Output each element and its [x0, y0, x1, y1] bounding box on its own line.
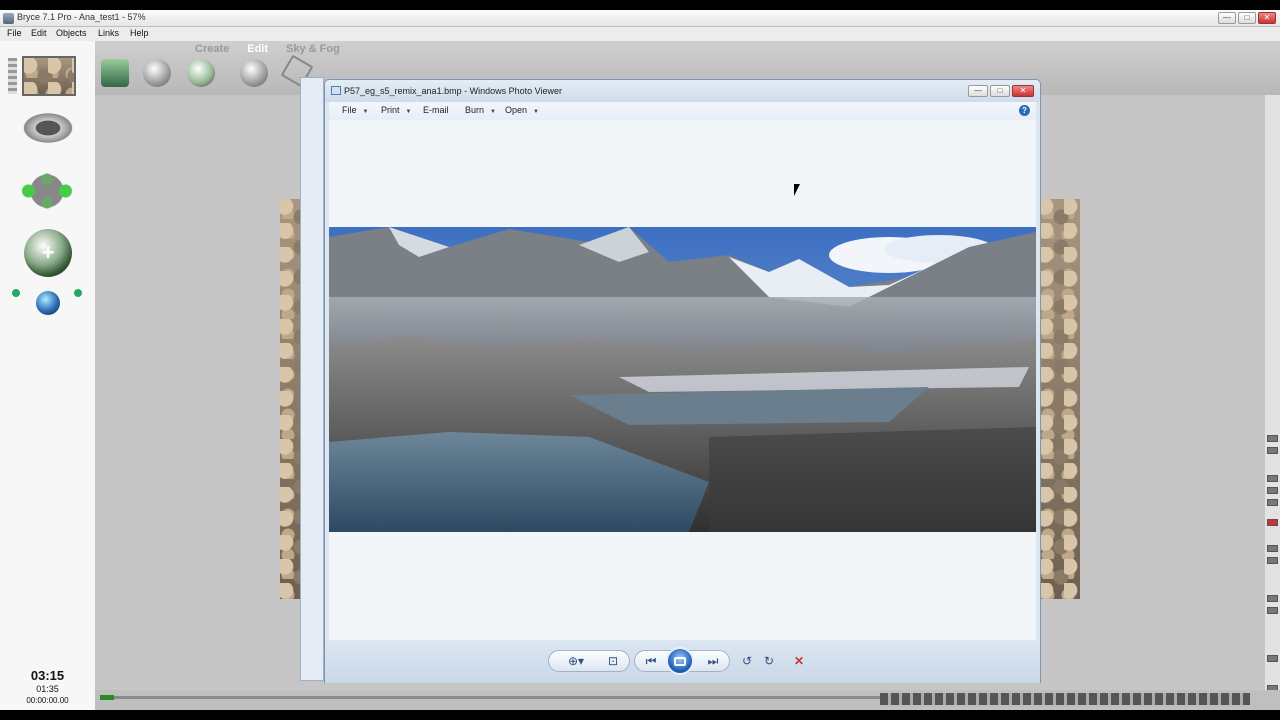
- photo-viewer-controls-group: ⊕▾ ⊡ ⏮ ⏭ ↺ ↻ ✕: [548, 647, 818, 675]
- pv-maximize-button[interactable]: □: [990, 85, 1010, 97]
- actual-size-icon[interactable]: ⊡: [602, 650, 624, 672]
- pv-menu-file-label: File: [342, 105, 357, 115]
- rail-button[interactable]: [1267, 475, 1278, 482]
- timecode: 00:00:00.00: [26, 696, 69, 705]
- minimize-button[interactable]: —: [1218, 12, 1236, 24]
- chevron-down-icon: ▼: [405, 109, 412, 115]
- photo-viewer-canvas: [329, 120, 1036, 640]
- rail-button[interactable]: [1267, 487, 1278, 494]
- photo-viewer-menubar: File ▼ Print ▼ E-mail Burn ▼ Open ▼ ?: [329, 102, 1036, 120]
- clock-sub: 01:35: [36, 684, 59, 694]
- plus-icon: +: [41, 240, 55, 265]
- tab-edit[interactable]: Edit: [247, 43, 268, 55]
- bryce-window-controls: — □ ✕: [1218, 12, 1276, 24]
- rail-button[interactable]: [1267, 447, 1278, 454]
- menu-edit[interactable]: Edit: [31, 28, 47, 38]
- pv-menu-open-label: Open: [505, 105, 528, 115]
- sun-sphere-icon[interactable]: [36, 291, 60, 315]
- chevron-down-icon: ▼: [490, 109, 496, 115]
- landscape-render-svg: [329, 227, 1036, 532]
- rail-button[interactable]: [1267, 655, 1278, 662]
- photo-viewer-controls: — □ ✕: [968, 85, 1034, 97]
- menu-links[interactable]: Links: [98, 28, 119, 38]
- slideshow-button[interactable]: [666, 647, 694, 675]
- help-icon[interactable]: ?: [1019, 105, 1030, 116]
- close-button[interactable]: ✕: [1258, 12, 1276, 24]
- palette-tabs: Create Edit Sky & Fog: [195, 43, 340, 55]
- rail-button[interactable]: [1267, 557, 1278, 564]
- bryce-app-icon[interactable]: [3, 13, 14, 24]
- rail-button[interactable]: [1267, 607, 1278, 614]
- tab-create[interactable]: Create: [195, 43, 229, 55]
- nano-preview[interactable]: [22, 56, 76, 96]
- animation-controls: [95, 690, 1280, 710]
- menu-objects[interactable]: Objects: [56, 28, 87, 38]
- rail-button[interactable]: [1267, 499, 1278, 506]
- timeline-scrubber[interactable]: [100, 695, 114, 700]
- slideshow-icon: [674, 656, 686, 666]
- pv-close-button[interactable]: ✕: [1012, 85, 1034, 97]
- rotate-tool-icon[interactable]: [187, 59, 215, 87]
- next-icon[interactable]: ⏭: [702, 650, 724, 672]
- pv-menu-burn[interactable]: Burn ▼: [465, 105, 496, 115]
- zoom-icon[interactable]: ⊕▾: [562, 650, 590, 672]
- clock-main: 03:15: [30, 668, 65, 683]
- pv-menu-print[interactable]: Print ▼: [381, 105, 411, 115]
- delete-icon[interactable]: ✕: [788, 650, 810, 672]
- photo-viewer-titlebar: P57_eg_s5_remix_ana1.bmp - Windows Photo…: [325, 80, 1040, 102]
- material-tool-icon[interactable]: [101, 59, 129, 87]
- rail-button[interactable]: [1267, 595, 1278, 602]
- render-right-edge: [1040, 199, 1080, 599]
- bryce-menubar: File Edit Objects Links Help: [0, 27, 1280, 41]
- pv-menu-print-label: Print: [381, 105, 400, 115]
- maximize-button[interactable]: □: [1238, 12, 1256, 24]
- pv-minimize-button[interactable]: —: [968, 85, 988, 97]
- pv-menu-file[interactable]: File ▼: [342, 105, 368, 115]
- resize-tool-icon[interactable]: [143, 59, 171, 87]
- view-control-icon[interactable]: [20, 111, 76, 145]
- background-window-edge: [300, 77, 324, 681]
- chevron-down-icon: ▼: [362, 109, 369, 115]
- bryce-titlebar: Bryce 7.1 Pro - Ana_test1 - 57% — □ ✕: [0, 10, 1280, 27]
- mouse-cursor-icon: [794, 184, 800, 196]
- rotate-counterclockwise-icon[interactable]: ↺: [736, 650, 758, 672]
- menu-file[interactable]: File: [7, 28, 22, 38]
- tab-sky-fog[interactable]: Sky & Fog: [286, 43, 340, 55]
- pv-menu-burn-label: Burn: [465, 105, 485, 115]
- chevron-down-icon: ▼: [533, 109, 539, 115]
- preview-slider[interactable]: [8, 58, 17, 94]
- rotate-clockwise-icon[interactable]: ↻: [758, 650, 780, 672]
- dot-icon: [12, 289, 20, 297]
- camera-cross-control-icon[interactable]: [10, 171, 84, 211]
- dot-icon: [74, 289, 82, 297]
- playback-buttons[interactable]: [880, 693, 1250, 705]
- pv-menu-email[interactable]: E-mail: [423, 105, 449, 115]
- rail-button[interactable]: [1267, 545, 1278, 552]
- landscape-render-image: [329, 227, 1036, 532]
- photo-viewer-title: P57_eg_s5_remix_ana1.bmp - Windows Photo…: [344, 86, 562, 96]
- photo-viewer-window: P57_eg_s5_remix_ana1.bmp - Windows Photo…: [324, 79, 1041, 683]
- pv-menu-email-label: E-mail: [423, 105, 449, 115]
- photo-viewer-icon[interactable]: [331, 86, 341, 95]
- pv-menu-open[interactable]: Open ▼: [505, 105, 539, 115]
- bryce-window-title: Bryce 7.1 Pro - Ana_test1 - 57%: [17, 12, 146, 22]
- rail-button[interactable]: [1267, 435, 1278, 442]
- rail-button[interactable]: [1267, 519, 1278, 526]
- display-palette: [1265, 95, 1280, 710]
- control-palette: + 03:15 01:35 00:00:00.00: [0, 41, 95, 710]
- previous-icon[interactable]: ⏮: [640, 650, 662, 672]
- photo-viewer-toolbar: ⊕▾ ⊡ ⏮ ⏭ ↺ ↻ ✕: [325, 640, 1040, 683]
- menu-help[interactable]: Help: [130, 28, 149, 38]
- reposition-tool-icon[interactable]: [240, 59, 268, 87]
- render-left-edge: [280, 199, 300, 599]
